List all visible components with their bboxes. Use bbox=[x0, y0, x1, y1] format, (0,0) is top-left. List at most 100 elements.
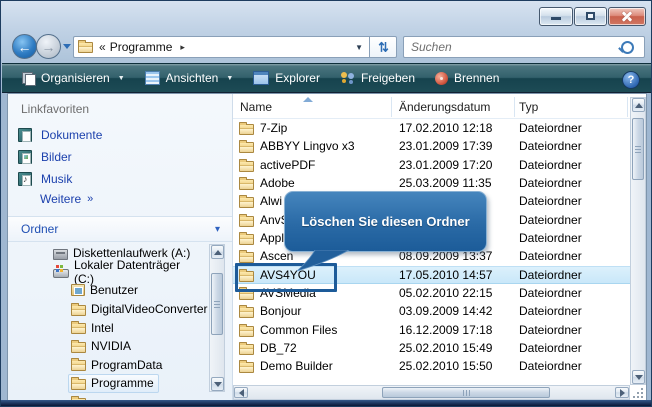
column-headers: Name Änderungsdatum Typ bbox=[233, 96, 630, 119]
file-date: 16.12.2009 17:18 bbox=[399, 322, 493, 337]
tree-item[interactable]: NVIDIA bbox=[8, 337, 208, 356]
folder-tree: Diskettenlaufwerk (A:) Lokaler Datenträg… bbox=[8, 242, 232, 400]
minimize-button[interactable] bbox=[539, 7, 573, 26]
address-dropdown-icon[interactable]: ▼ bbox=[355, 43, 363, 52]
double-chevron-icon: » bbox=[87, 193, 94, 205]
folders-header-label: Ordner bbox=[21, 222, 59, 236]
file-type: Dateiordner bbox=[519, 341, 582, 356]
tree-scroll-down-button[interactable] bbox=[211, 377, 224, 391]
dropdown-caret-icon[interactable]: ▼ bbox=[118, 75, 125, 82]
refresh-button[interactable]: ⇄ bbox=[369, 36, 397, 58]
file-date: 05.02.2010 22:15 bbox=[399, 286, 493, 301]
tree-item-box: Benutzer bbox=[68, 281, 143, 300]
folder-icon bbox=[78, 39, 93, 53]
horizontal-scrollbar-thumb[interactable] bbox=[382, 387, 550, 398]
file-type: Dateiordner bbox=[519, 359, 582, 374]
column-header-name[interactable]: Name bbox=[240, 100, 272, 114]
folder-icon bbox=[239, 195, 254, 209]
folders-header[interactable]: Ordner ▾ bbox=[8, 216, 232, 242]
table-row[interactable]: Demo Builder 25.02.2010 15:50 Dateiordne… bbox=[233, 357, 630, 375]
file-name: Common Files bbox=[260, 322, 338, 337]
help-button[interactable]: ? bbox=[622, 71, 640, 89]
file-type: Dateiordner bbox=[519, 212, 582, 227]
tree-item[interactable]: ProgramData bbox=[8, 356, 208, 375]
search-input[interactable] bbox=[404, 40, 621, 54]
table-row[interactable]: DB_72 25.02.2010 15:49 Dateiordner bbox=[233, 339, 630, 357]
dropdown-caret-icon[interactable]: ▼ bbox=[226, 75, 233, 82]
vertical-scrollbar-thumb[interactable] bbox=[632, 118, 644, 180]
table-row[interactable]: Adobe 25.03.2009 11:35 Dateiordner bbox=[233, 174, 630, 192]
toolbar-button-burn[interactable]: Brennen bbox=[425, 66, 509, 90]
table-row[interactable]: Common Files 16.12.2009 17:18 Dateiordne… bbox=[233, 321, 630, 339]
column-header-type[interactable]: Typ bbox=[519, 100, 538, 114]
table-row[interactable]: activePDF 23.01.2009 17:20 Dateiordner bbox=[233, 156, 630, 174]
column-divider[interactable] bbox=[391, 97, 392, 117]
vertical-scrollbar[interactable] bbox=[630, 97, 646, 385]
toolbar-button-views[interactable]: Ansichten ▼ bbox=[135, 66, 244, 90]
column-divider[interactable] bbox=[627, 97, 628, 117]
sort-ascending-icon[interactable] bbox=[303, 97, 313, 102]
table-row[interactable]: Bonjour 03.09.2009 14:42 Dateiordner bbox=[233, 302, 630, 320]
column-header-date[interactable]: Änderungsdatum bbox=[399, 100, 490, 114]
scroll-right-button[interactable] bbox=[615, 387, 629, 398]
toolbar-button-organize[interactable]: Organisieren ▼ bbox=[12, 66, 135, 90]
folder-icon bbox=[239, 250, 254, 264]
table-row[interactable]: ABBYY Lingvo x3 23.01.2009 17:39 Dateior… bbox=[233, 137, 630, 155]
scroll-left-button[interactable] bbox=[234, 387, 248, 398]
tree-item[interactable]: Intel bbox=[8, 318, 208, 337]
close-button[interactable] bbox=[608, 7, 646, 26]
folder-icon bbox=[239, 213, 254, 227]
tree-item-box bbox=[68, 393, 96, 400]
tree-item[interactable] bbox=[8, 393, 208, 400]
toolbar-button-explorer[interactable]: Explorer bbox=[243, 66, 330, 90]
tree-item-box: ProgramData bbox=[68, 355, 167, 374]
file-type: Dateiordner bbox=[519, 249, 582, 264]
tree-item[interactable]: DigitalVideoConverter bbox=[8, 300, 208, 319]
file-type: Dateiordner bbox=[519, 157, 582, 172]
tree-item[interactable]: Programme bbox=[8, 373, 208, 393]
tree-item[interactable]: Lokaler Datenträger (C:) bbox=[8, 258, 208, 286]
file-name: Adobe bbox=[260, 176, 295, 191]
sidebar-item-music[interactable]: Musik bbox=[8, 168, 232, 190]
toolbar-button-label: Explorer bbox=[275, 71, 320, 85]
more-favorites-link[interactable]: Weitere » bbox=[40, 192, 93, 206]
tree-scrollbar[interactable] bbox=[209, 244, 225, 392]
back-button[interactable]: ← bbox=[12, 34, 37, 59]
file-date: 25.03.2009 11:35 bbox=[399, 176, 492, 191]
arrow-right-icon bbox=[619, 388, 625, 397]
breadcrumb-overflow[interactable]: « bbox=[99, 40, 106, 54]
maximize-button[interactable] bbox=[574, 7, 607, 26]
command-toolbar: Organisieren ▼ Ansichten ▼ Explorer Frei… bbox=[2, 63, 651, 93]
drive-icon bbox=[53, 265, 69, 279]
table-row[interactable]: 7-Zip 17.02.2010 12:18 Dateiordner bbox=[233, 119, 630, 137]
address-bar[interactable]: « Programme ▸ ▼ bbox=[73, 36, 369, 58]
scroll-down-button[interactable] bbox=[632, 370, 645, 384]
toolbar-button-share[interactable]: Freigeben bbox=[330, 66, 425, 90]
column-divider[interactable] bbox=[514, 97, 515, 117]
breadcrumb-segment[interactable]: Programme bbox=[110, 40, 173, 54]
help-icon: ? bbox=[627, 74, 635, 86]
scroll-up-button[interactable] bbox=[632, 98, 645, 112]
resize-grip[interactable] bbox=[631, 387, 645, 400]
file-name: activePDF bbox=[260, 157, 316, 172]
recent-pages-dropdown-icon[interactable] bbox=[63, 44, 71, 49]
tree-scrollbar-thumb[interactable] bbox=[211, 273, 223, 335]
forward-button[interactable]: → bbox=[36, 34, 61, 59]
tree-scroll-up-button[interactable] bbox=[211, 245, 224, 259]
toolbar-button-label: Brennen bbox=[454, 71, 500, 85]
file-type: Dateiordner bbox=[519, 121, 582, 135]
favorite-label: Bilder bbox=[41, 150, 72, 164]
folder-icon bbox=[239, 323, 254, 337]
arrow-down-icon bbox=[213, 381, 222, 387]
folder-icon bbox=[239, 122, 254, 135]
search-icon[interactable] bbox=[621, 40, 634, 54]
folder-icon bbox=[71, 395, 86, 400]
folder-icon bbox=[239, 342, 254, 356]
breadcrumb-arrow-icon[interactable]: ▸ bbox=[180, 42, 185, 53]
folder-tree-items: Diskettenlaufwerk (A:) Lokaler Datenträg… bbox=[8, 244, 208, 400]
tree-item-label: Benutzer bbox=[90, 283, 139, 298]
horizontal-scrollbar[interactable] bbox=[233, 385, 630, 400]
sidebar-item-pictures[interactable]: Bilder bbox=[8, 146, 232, 168]
sidebar-item-documents[interactable]: Dokumente bbox=[8, 124, 232, 146]
toolbar-button-label: Ansichten bbox=[165, 71, 219, 85]
